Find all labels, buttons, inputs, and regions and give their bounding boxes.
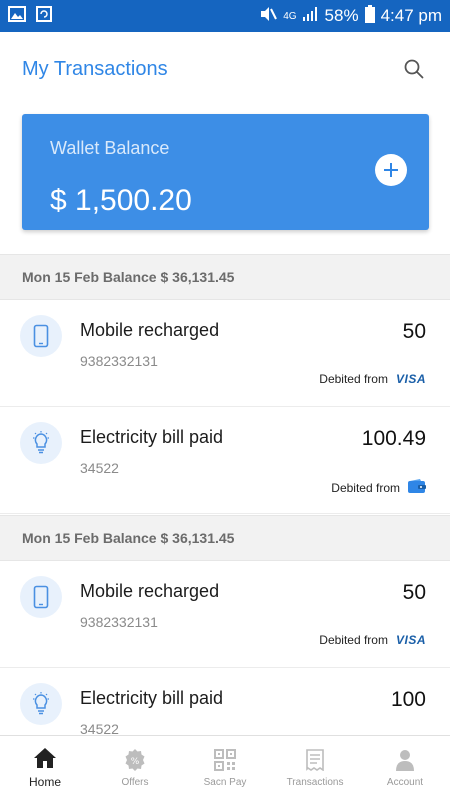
transaction-amount: 50 (402, 581, 426, 604)
visa-logo: VISA (395, 372, 426, 386)
date-balance-header: Mon 15 Feb Balance $ 36,131.45 (0, 254, 450, 300)
mute-icon (259, 6, 278, 27)
user-icon (396, 749, 414, 771)
add-money-button[interactable] (375, 154, 407, 186)
transaction-row[interactable]: Electricity bill paid 34522 100.49 Debit… (0, 407, 450, 514)
debited-from-label: Debited from (331, 480, 400, 495)
app-header: My Transactions (0, 32, 450, 106)
search-button[interactable] (400, 55, 428, 83)
sync-notification-icon (36, 5, 52, 27)
qr-icon (214, 748, 236, 771)
network-label: 4G (283, 10, 297, 22)
clock: 4:47 pm (380, 6, 442, 25)
nav-transactions-label: Transactions (286, 776, 344, 788)
wallet-card: Wallet Balance $ 1,500.20 (22, 114, 429, 230)
transaction-title: Electricity bill paid (80, 427, 224, 447)
transaction-row[interactable]: Mobile recharged 9382332131 50 Debited f… (0, 561, 450, 668)
transaction-title: Mobile recharged (80, 581, 220, 601)
nav-transactions[interactable]: Transactions (270, 736, 360, 800)
debit-source: Debited from (331, 479, 426, 496)
wallet-icon (408, 479, 426, 496)
receipt-icon (306, 748, 324, 771)
date-balance-header: Mon 15 Feb Balance $ 36,131.45 (0, 515, 450, 561)
battery-percent: 58% (324, 6, 359, 25)
nav-scan-pay-label: Sacn Pay (203, 776, 247, 788)
nav-offers[interactable]: % Offers (90, 736, 180, 800)
nav-account-label: Account (386, 776, 424, 788)
bulb-icon (20, 422, 62, 464)
offers-icon: % (125, 748, 145, 771)
transaction-amount: 100 (390, 688, 426, 711)
debited-from-label: Debited from (319, 633, 388, 647)
bulb-icon (20, 683, 62, 725)
bottom-navigation: Home % Offers Sacn Pay Transactions Acco… (0, 735, 450, 800)
transaction-reference: 34522 (80, 460, 119, 476)
nav-scan-pay[interactable]: Sacn Pay (180, 736, 270, 800)
mobile-icon (20, 315, 62, 357)
signal-icon (302, 6, 319, 26)
transaction-reference: 9382332131 (80, 353, 158, 369)
transaction-row[interactable]: Mobile recharged 9382332131 50 Debited f… (0, 300, 450, 407)
search-icon (404, 59, 424, 79)
wallet-label: Wallet Balance (50, 138, 170, 158)
transaction-reference: 9382332131 (80, 614, 158, 630)
battery-icon (364, 4, 375, 28)
transaction-amount: 50 (402, 320, 426, 343)
svg-text:%: % (131, 757, 140, 767)
mobile-icon (20, 576, 62, 618)
visa-logo: VISA (395, 633, 426, 647)
transaction-amount: 100.49 (361, 427, 426, 450)
transaction-title: Mobile recharged (80, 320, 220, 340)
transaction-title: Electricity bill paid (80, 688, 224, 708)
plus-icon (384, 163, 398, 177)
status-bar: 4G 58% 4:47 pm (0, 0, 450, 32)
wallet-amount: $ 1,500.20 (50, 184, 192, 217)
page-title: My Transactions (22, 57, 168, 80)
image-notification-icon (8, 5, 26, 27)
debit-source: Debited from VISA (319, 633, 426, 647)
debit-source: Debited from VISA (319, 372, 426, 386)
debited-from-label: Debited from (319, 372, 388, 386)
nav-offers-label: Offers (121, 776, 149, 788)
nav-account[interactable]: Account (360, 736, 450, 800)
nav-home[interactable]: Home (0, 736, 90, 800)
home-icon (34, 748, 56, 768)
nav-home-label: Home (28, 775, 61, 789)
